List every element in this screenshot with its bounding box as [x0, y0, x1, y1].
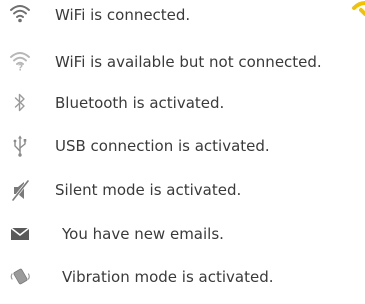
email-icon: [8, 219, 32, 249]
wifi-connected-icon: [8, 0, 32, 30]
status-icon-legend: WiFi is connected. ? WiFi is available b…: [0, 0, 365, 304]
vibration-icon: [8, 262, 32, 292]
legend-row-silent-mode: Silent mode is activated.: [0, 175, 365, 205]
legend-row-email: You have new emails.: [0, 219, 365, 249]
silent-mode-icon: [8, 175, 32, 205]
legend-row-wifi-available: ? WiFi is available but not connected.: [0, 47, 365, 77]
legend-row-usb: USB connection is activated.: [0, 131, 365, 161]
usb-icon: [8, 131, 32, 161]
legend-label: Bluetooth is activated.: [55, 94, 225, 112]
svg-text:?: ?: [18, 64, 23, 74]
legend-label: Vibration mode is activated.: [62, 268, 274, 286]
legend-label: You have new emails.: [62, 225, 224, 243]
corner-decoration: [351, 0, 365, 24]
legend-label: WiFi is available but not connected.: [55, 53, 322, 71]
legend-row-wifi-connected: WiFi is connected.: [0, 0, 365, 30]
legend-row-bluetooth: Bluetooth is activated.: [0, 88, 365, 118]
wifi-available-icon: ?: [8, 47, 32, 77]
legend-label: WiFi is connected.: [55, 6, 191, 24]
bluetooth-icon: [8, 88, 32, 118]
legend-row-vibration: Vibration mode is activated.: [0, 262, 365, 292]
legend-label: USB connection is activated.: [55, 137, 270, 155]
legend-label: Silent mode is activated.: [55, 181, 242, 199]
